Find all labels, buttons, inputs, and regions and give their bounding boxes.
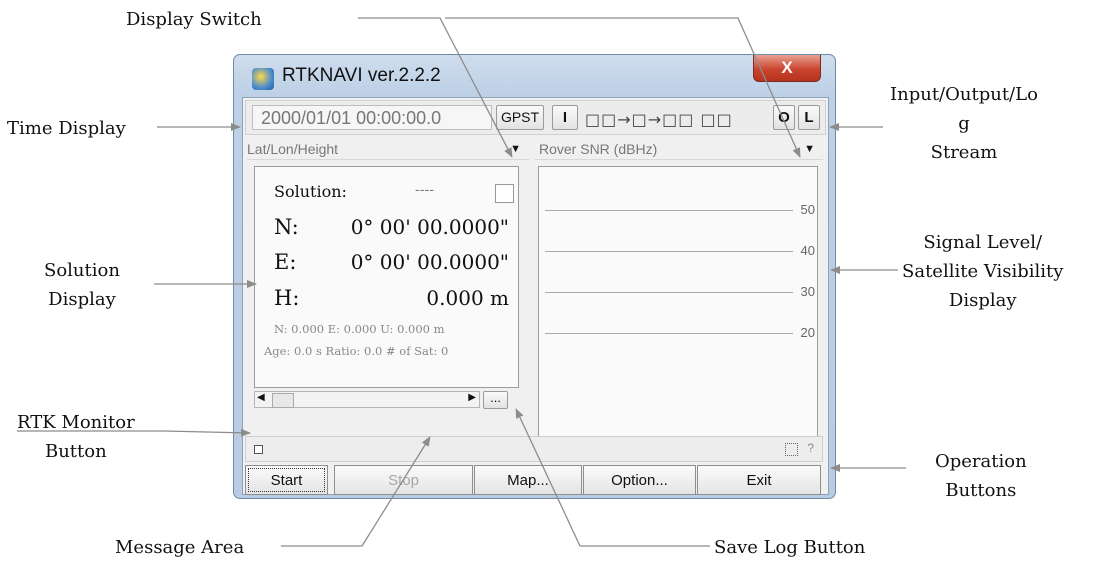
message-area: ? [245, 436, 823, 462]
option-button[interactable]: Option... [583, 465, 696, 495]
snr-gridline [545, 333, 793, 334]
stop-button-label: Stop [388, 472, 419, 489]
map-button[interactable]: Map... [474, 465, 582, 495]
signal-level-display: 50 40 30 20 [538, 166, 818, 437]
operation-buttons: Start Stop Map... Option... Exit [245, 465, 823, 495]
snr-gridline [545, 292, 793, 293]
snr-level-label: 30 [800, 284, 815, 299]
log-stream-button[interactable]: L [798, 105, 820, 130]
rtk-monitor-button[interactable] [254, 445, 263, 454]
callout-solution-line2: Display [48, 289, 116, 310]
height-label: H: [274, 286, 300, 310]
callout-signal-line1: Signal Level/ [923, 232, 1043, 253]
stop-button[interactable]: Stop [334, 465, 473, 495]
window-title: RTKNAVI ver.2.2.2 [282, 65, 441, 86]
solution-status-value: ---- [415, 182, 434, 198]
app-icon [252, 68, 274, 90]
start-button[interactable]: Start [245, 465, 328, 495]
callout-io-log-line3: Stream [930, 142, 998, 163]
help-icon[interactable]: ? [807, 441, 814, 455]
save-log-button[interactable]: ... [483, 391, 508, 409]
callout-signal-line2: Satellite Visibility [902, 261, 1064, 282]
solution-panel: Lat/Lon/Height ▼ Solution: ---- N: 0° 00… [247, 138, 529, 427]
rtknavi-window: RTKNAVI ver.2.2.2 X 2000/01/01 00:00:00.… [233, 54, 836, 499]
callout-operation-buttons: Operation Buttons [935, 447, 1027, 505]
option-button-label: Option... [611, 472, 668, 489]
callout-io-log-line1: Input/Output/Lo [890, 84, 1038, 105]
callout-operation-line1: Operation [935, 451, 1027, 472]
title-bar[interactable]: RTKNAVI ver.2.2.2 X [234, 55, 835, 95]
start-button-label: Start [270, 472, 303, 489]
horizontal-scrollbar[interactable]: ◀ ▶ [254, 391, 480, 408]
callout-save-log: Save Log Button [714, 537, 866, 558]
longitude-label: E: [274, 250, 297, 274]
exit-button[interactable]: Exit [697, 465, 821, 495]
snr-level-label: 40 [800, 243, 815, 258]
map-button-label: Map... [507, 472, 549, 489]
latitude-value: 0° 00' 00.0000" [350, 215, 509, 239]
solution-status-label: Solution: [274, 182, 347, 201]
signal-mode-label: Rover SNR (dBHz) [539, 141, 658, 157]
solution-display-switch[interactable]: Lat/Lon/Height ▼ [247, 138, 529, 160]
callout-message-area: Message Area [115, 537, 245, 558]
solution-mode-label: Lat/Lon/Height [247, 141, 339, 157]
longitude-value: 0° 00' 00.0000" [350, 250, 509, 274]
solution-status-indicator [495, 184, 514, 203]
callout-solution-line1: Solution [44, 260, 120, 281]
client-area: 2000/01/01 00:00:00.0 GPST I □□→□→□□ □□ … [242, 97, 829, 495]
signal-display-switch[interactable]: Rover SNR (dBHz) ▼ [535, 138, 823, 160]
latitude-label: N: [274, 215, 299, 239]
scroll-left-icon[interactable]: ◀ [257, 392, 265, 403]
snr-level-label: 20 [800, 325, 815, 340]
time-display: 2000/01/01 00:00:00.0 [252, 105, 492, 130]
toolbar: 2000/01/01 00:00:00.0 GPST I □□→□→□□ □□ … [245, 100, 826, 135]
stream-status-indicator: □□→□→□□ □□ [585, 110, 733, 129]
callout-signal-line3: Display [948, 290, 1017, 311]
dropdown-arrow-icon: ▼ [804, 143, 815, 155]
height-value: 0.000 m [426, 286, 509, 310]
scroll-right-icon[interactable]: ▶ [468, 392, 476, 403]
close-icon: X [781, 58, 793, 77]
callout-signal-level: Signal Level/ Satellite Visibility Displ… [902, 228, 1063, 315]
close-button[interactable]: X [753, 55, 821, 82]
callout-operation-line2: Buttons [945, 480, 1017, 501]
age-ratio-line: Age: 0.0 s Ratio: 0.0 # of Sat: 0 [264, 344, 449, 358]
snr-gridline [545, 251, 793, 252]
callout-time-display: Time Display [7, 118, 126, 139]
time-system-button[interactable]: GPST [496, 105, 544, 130]
exit-button-label: Exit [746, 472, 772, 489]
snr-gridline [545, 210, 793, 211]
callout-rtk-line2: Button [44, 441, 107, 462]
snr-level-label: 50 [800, 202, 815, 217]
scroll-thumb[interactable] [272, 393, 294, 408]
callout-display-switch: Display Switch [126, 9, 262, 30]
callout-io-log-stream: Input/Output/Lo g Stream [890, 80, 1038, 167]
dropdown-arrow-icon: ▼ [510, 143, 521, 155]
callout-solution-display: Solution Display [44, 256, 120, 314]
solution-display: Solution: ---- N: 0° 00' 00.0000" E: 0° … [254, 166, 519, 388]
resize-grip-icon [785, 443, 798, 456]
callout-rtk-monitor: RTK Monitor Button [17, 408, 135, 466]
input-stream-button[interactable]: I [552, 105, 578, 130]
signal-panel: Rover SNR (dBHz) ▼ 50 40 30 20 [535, 138, 823, 437]
std-deviation-line: N: 0.000 E: 0.000 U: 0.000 m [274, 322, 445, 336]
output-stream-button[interactable]: O [773, 105, 795, 130]
callout-io-log-line2: g [958, 113, 970, 134]
callout-rtk-line1: RTK Monitor [17, 412, 135, 433]
